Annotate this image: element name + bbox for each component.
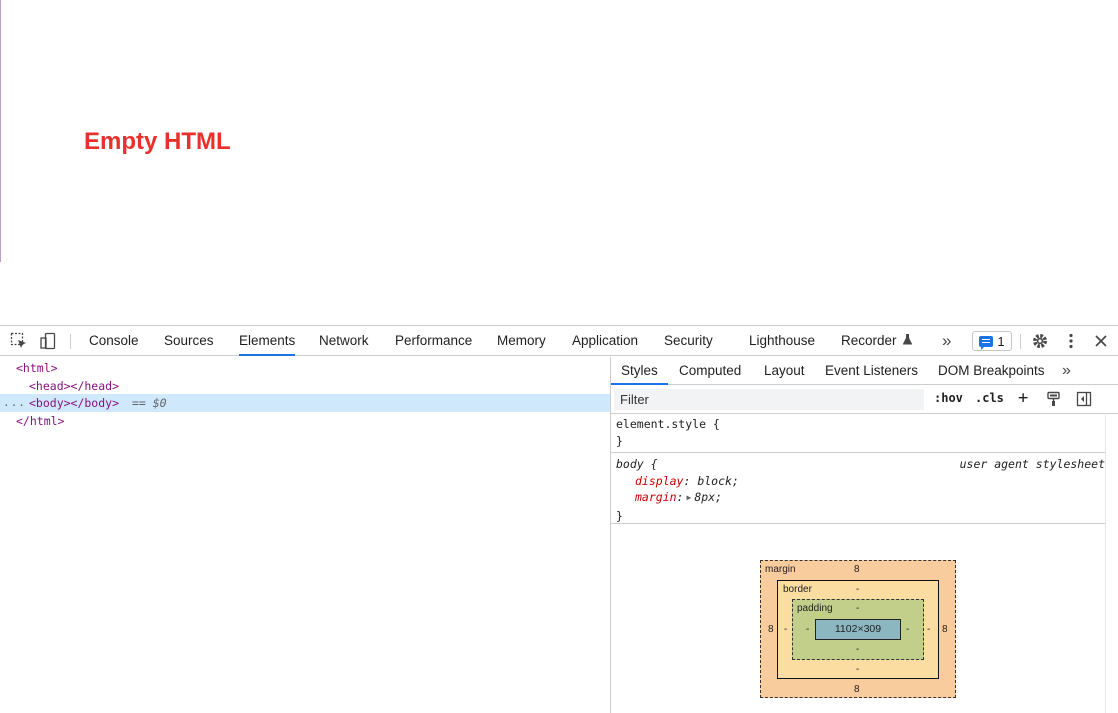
border-bottom-value[interactable]: - bbox=[856, 664, 859, 675]
viewport-edge bbox=[0, 0, 1, 262]
tab-recorder[interactable]: Recorder bbox=[841, 326, 913, 357]
page-heading: Empty HTML bbox=[84, 128, 231, 155]
styles-sidebar: Styles Computed Layout Event Listeners D… bbox=[611, 357, 1118, 713]
tab-recorder-label: Recorder bbox=[841, 333, 897, 348]
tree-node-text: </html> bbox=[16, 414, 65, 428]
issues-count: 1 bbox=[997, 333, 1005, 349]
tree-node-text: <html> bbox=[16, 361, 58, 375]
border-label: border bbox=[783, 584, 812, 595]
node-actions-ellipsis[interactable]: ... bbox=[3, 394, 26, 412]
rule-close-brace: } bbox=[616, 433, 623, 448]
padding-top-value[interactable]: - bbox=[856, 603, 859, 614]
tab-layout[interactable]: Layout bbox=[764, 357, 805, 385]
tab-dom-breakpoints[interactable]: DOM Breakpoints bbox=[938, 357, 1045, 385]
border-right-value[interactable]: - bbox=[927, 624, 930, 635]
border-top-value[interactable]: - bbox=[856, 584, 859, 595]
tree-node-text: <head></head> bbox=[29, 379, 120, 393]
element-style-selector: element.style { bbox=[616, 417, 720, 431]
devtools-toolbar: Console Sources Elements Network Perform… bbox=[0, 326, 1118, 356]
paint-brush-icon[interactable] bbox=[1044, 390, 1064, 408]
padding-left-value[interactable]: - bbox=[806, 624, 809, 635]
hov-toggle-button[interactable]: :hov bbox=[934, 391, 963, 405]
elements-tree: <html> <head></head> ... <body></body> =… bbox=[0, 357, 610, 713]
body-style-rule[interactable]: body { user agent stylesheet display: bl… bbox=[611, 456, 1105, 524]
styles-filter-input[interactable] bbox=[614, 389, 924, 410]
element-style-rule[interactable]: element.style { } bbox=[611, 416, 1105, 449]
toolbar-separator bbox=[1020, 334, 1021, 349]
styles-filter-bar: :hov .cls + bbox=[611, 386, 1118, 414]
tab-styles[interactable]: Styles bbox=[611, 357, 668, 385]
property-name: margin bbox=[635, 490, 677, 504]
inspect-element-icon[interactable] bbox=[9, 332, 29, 350]
property-name: display bbox=[635, 473, 684, 488]
tree-node-html-open[interactable]: <html> bbox=[0, 359, 610, 377]
toolbar-separator bbox=[70, 334, 71, 349]
tab-console[interactable]: Console bbox=[89, 326, 139, 356]
padding-right-value[interactable]: - bbox=[906, 624, 909, 635]
margin-left-value[interactable]: 8 bbox=[768, 624, 774, 635]
tab-security[interactable]: Security bbox=[664, 326, 713, 356]
rule-source-link: user agent stylesheet bbox=[959, 457, 1105, 471]
margin-label: margin bbox=[765, 564, 796, 575]
rule-close-brace: } bbox=[616, 508, 623, 523]
tab-lighthouse[interactable]: Lighthouse bbox=[749, 326, 815, 356]
padding-label: padding bbox=[797, 603, 833, 614]
rule-divider bbox=[611, 523, 1105, 524]
flask-icon bbox=[902, 327, 913, 357]
tab-application[interactable]: Application bbox=[572, 326, 638, 356]
styles-scrollbar[interactable] bbox=[1105, 415, 1118, 713]
box-model-content[interactable]: 1102×309 bbox=[815, 619, 901, 640]
tree-node-html-close[interactable]: </html> bbox=[0, 412, 610, 430]
tab-sources[interactable]: Sources bbox=[164, 326, 214, 356]
css-property-margin[interactable]: margin: ▶ 8px; bbox=[616, 489, 1105, 508]
margin-right-value[interactable]: 8 bbox=[942, 624, 948, 635]
new-style-rule-button[interactable]: + bbox=[1018, 388, 1028, 408]
property-value: 8px; bbox=[694, 490, 723, 504]
border-left-value[interactable]: - bbox=[784, 624, 787, 635]
device-toolbar-icon[interactable] bbox=[38, 332, 58, 350]
page-viewport: Empty HTML bbox=[0, 0, 1118, 325]
devtools-panel: Console Sources Elements Network Perform… bbox=[0, 325, 1118, 713]
margin-top-value[interactable]: 8 bbox=[854, 564, 860, 575]
more-sidebar-tabs-icon[interactable]: » bbox=[1062, 357, 1071, 385]
sidebar-tabs: Styles Computed Layout Event Listeners D… bbox=[611, 357, 1118, 385]
cls-toggle-button[interactable]: .cls bbox=[975, 391, 1004, 405]
tab-memory[interactable]: Memory bbox=[497, 326, 546, 356]
tab-network[interactable]: Network bbox=[319, 326, 369, 356]
tab-elements[interactable]: Elements bbox=[239, 326, 296, 356]
gear-icon[interactable] bbox=[1030, 332, 1050, 350]
rule-divider bbox=[611, 452, 1105, 453]
tab-computed[interactable]: Computed bbox=[679, 357, 741, 385]
tab-event-listeners[interactable]: Event Listeners bbox=[825, 357, 918, 385]
padding-bottom-value[interactable]: - bbox=[856, 644, 859, 655]
expand-triangle-icon[interactable]: ▶ bbox=[686, 490, 691, 507]
issues-counter-button[interactable]: 1 bbox=[972, 331, 1012, 351]
css-property-display[interactable]: display: block; bbox=[616, 473, 1105, 490]
more-tabs-icon[interactable]: » bbox=[942, 326, 951, 356]
tree-node-body-selected[interactable]: ... <body></body> == $0 bbox=[0, 394, 610, 412]
selected-node-marker: == $0 bbox=[131, 396, 167, 410]
property-value: block; bbox=[697, 473, 739, 488]
margin-bottom-value[interactable]: 8 bbox=[854, 684, 860, 695]
tab-performance[interactable]: Performance bbox=[395, 326, 472, 356]
tree-node-head[interactable]: <head></head> bbox=[0, 377, 610, 395]
body-selector: body { bbox=[616, 457, 658, 471]
toggle-sidebar-icon[interactable] bbox=[1074, 390, 1094, 408]
issue-message-icon bbox=[979, 335, 994, 350]
close-icon[interactable] bbox=[1091, 332, 1111, 350]
kebab-menu-icon[interactable] bbox=[1061, 332, 1081, 350]
